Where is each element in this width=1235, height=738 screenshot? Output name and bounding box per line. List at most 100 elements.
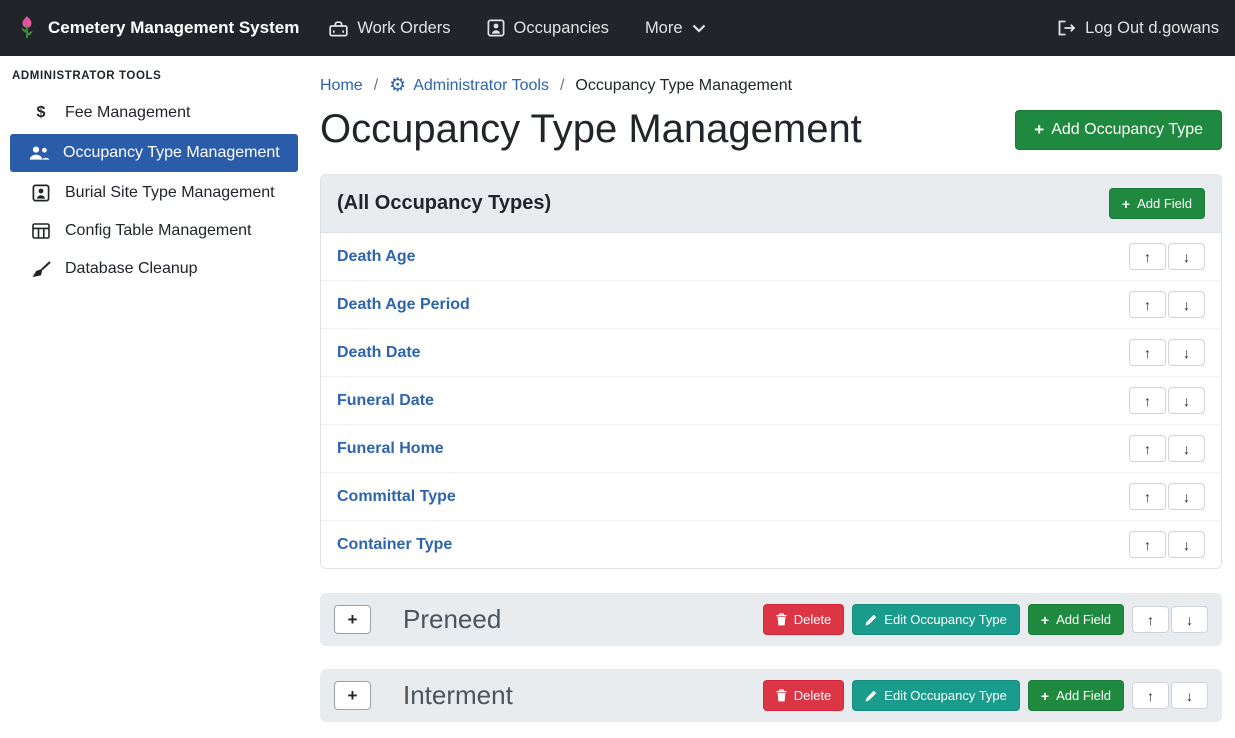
move-down-button[interactable]: ↓	[1168, 435, 1205, 462]
sidebar-item-label: Config Table Management	[65, 222, 252, 240]
move-up-button[interactable]: ↑	[1129, 387, 1166, 414]
sidebar-item-database-cleanup[interactable]: Database Cleanup	[0, 250, 308, 288]
logout-button[interactable]: Log Out d.gowans	[1057, 19, 1219, 38]
trash-icon	[776, 613, 787, 626]
down-arrow-icon: ↓	[1186, 612, 1193, 628]
reorder-controls: ↑ ↓	[1132, 682, 1208, 709]
page-title: Occupancy Type Management	[320, 107, 862, 152]
expand-button[interactable]: +	[334, 605, 371, 634]
move-up-button[interactable]: ↑	[1129, 291, 1166, 318]
move-up-button[interactable]: ↑	[1129, 243, 1166, 270]
move-up-button[interactable]: ↑	[1129, 339, 1166, 366]
delete-button[interactable]: Delete	[763, 680, 845, 711]
field-link[interactable]: Death Age	[337, 248, 416, 266]
field-link[interactable]: Death Date	[337, 344, 421, 362]
move-down-button[interactable]: ↓	[1168, 243, 1205, 270]
move-down-button[interactable]: ↓	[1171, 606, 1208, 633]
breadcrumb-current: Occupancy Type Management	[575, 77, 792, 95]
breadcrumb-admin-tools-link[interactable]: ⚙ Administrator Tools	[389, 76, 549, 95]
sidebar-item-fee-management[interactable]: $ Fee Management	[0, 94, 308, 132]
up-arrow-icon: ↑	[1144, 345, 1151, 361]
move-down-button[interactable]: ↓	[1171, 682, 1208, 709]
brand-title: Cemetery Management System	[48, 18, 299, 38]
delete-button[interactable]: Delete	[763, 604, 845, 635]
add-field-button[interactable]: + Add Field	[1028, 604, 1124, 635]
expand-button[interactable]: +	[334, 681, 371, 710]
plus-icon: +	[1122, 197, 1130, 211]
move-up-button[interactable]: ↑	[1132, 606, 1169, 633]
plus-icon: +	[348, 686, 358, 706]
nav-item-more[interactable]: More	[645, 19, 706, 38]
sidebar-item-burial-site-type-management[interactable]: Burial Site Type Management	[0, 174, 308, 212]
button-label: Add Field	[1056, 688, 1111, 703]
occupancy-type-section-interment: + Interment Delete	[320, 669, 1222, 722]
nav-item-label: Work Orders	[357, 19, 450, 38]
down-arrow-icon: ↓	[1183, 489, 1190, 505]
move-up-button[interactable]: ↑	[1129, 483, 1166, 510]
nav-item-occupancies[interactable]: Occupancies	[487, 19, 609, 38]
down-arrow-icon: ↓	[1183, 345, 1190, 361]
move-down-button[interactable]: ↓	[1168, 531, 1205, 558]
move-down-button[interactable]: ↓	[1168, 387, 1205, 414]
down-arrow-icon: ↓	[1183, 441, 1190, 457]
down-arrow-icon: ↓	[1183, 537, 1190, 553]
move-up-button[interactable]: ↑	[1132, 682, 1169, 709]
section-actions: Delete Edit Occupancy Type + Add Field ↑	[763, 680, 1208, 711]
button-label: Delete	[794, 612, 832, 627]
logout-label: Log Out d.gowans	[1085, 19, 1219, 38]
move-up-button[interactable]: ↑	[1129, 435, 1166, 462]
nav-item-work-orders[interactable]: Work Orders	[329, 19, 450, 38]
down-arrow-icon: ↓	[1183, 393, 1190, 409]
field-row: Committal Type ↑ ↓	[321, 473, 1221, 521]
move-down-button[interactable]: ↓	[1168, 483, 1205, 510]
button-label: Edit Occupancy Type	[884, 612, 1007, 627]
reorder-controls: ↑ ↓	[1129, 483, 1205, 510]
sidebar-item-label: Database Cleanup	[65, 260, 198, 278]
reorder-controls: ↑ ↓	[1129, 387, 1205, 414]
main-content: Home / ⚙ Administrator Tools / Occupancy…	[308, 56, 1235, 738]
plus-icon: +	[348, 610, 358, 630]
breadcrumb: Home / ⚙ Administrator Tools / Occupancy…	[320, 72, 1222, 97]
field-row: Death Age ↑ ↓	[321, 233, 1221, 281]
field-link[interactable]: Container Type	[337, 536, 452, 554]
card-header: (All Occupancy Types) + Add Field	[321, 175, 1221, 233]
sidebar-item-label: Occupancy Type Management	[63, 144, 280, 162]
reorder-controls: ↑ ↓	[1129, 243, 1205, 270]
breadcrumb-label: Administrator Tools	[413, 77, 549, 95]
sidebar-item-occupancy-type-management[interactable]: Occupancy Type Management	[10, 134, 298, 172]
field-link[interactable]: Committal Type	[337, 488, 456, 506]
pencil-icon	[865, 614, 877, 626]
button-label: Delete	[794, 688, 832, 703]
down-arrow-icon: ↓	[1183, 249, 1190, 265]
breadcrumb-separator: /	[560, 77, 564, 95]
brand[interactable]: Cemetery Management System	[16, 14, 299, 42]
breadcrumb-home-link[interactable]: Home	[320, 77, 363, 95]
move-down-button[interactable]: ↓	[1168, 339, 1205, 366]
button-label: Add Field	[1137, 196, 1192, 211]
add-field-button[interactable]: + Add Field	[1109, 188, 1205, 219]
table-icon	[30, 223, 52, 239]
up-arrow-icon: ↑	[1147, 612, 1154, 628]
add-field-button[interactable]: + Add Field	[1028, 680, 1124, 711]
field-link[interactable]: Funeral Home	[337, 440, 444, 458]
sidebar-heading: Administrator Tools	[0, 64, 308, 94]
field-link[interactable]: Death Age Period	[337, 296, 470, 314]
field-row: Death Date ↑ ↓	[321, 329, 1221, 377]
edit-occupancy-type-button[interactable]: Edit Occupancy Type	[852, 680, 1020, 711]
add-occupancy-type-button[interactable]: + Add Occupancy Type	[1015, 110, 1222, 150]
pencil-icon	[865, 690, 877, 702]
sidebar-item-config-table-management[interactable]: Config Table Management	[0, 212, 308, 250]
move-down-button[interactable]: ↓	[1168, 291, 1205, 318]
users-icon	[28, 145, 50, 161]
reorder-controls: ↑ ↓	[1132, 606, 1208, 633]
move-up-button[interactable]: ↑	[1129, 531, 1166, 558]
dollar-icon: $	[30, 104, 52, 122]
broom-icon	[30, 261, 52, 278]
breadcrumb-separator: /	[374, 77, 378, 95]
button-label: Add Occupancy Type	[1051, 121, 1203, 139]
up-arrow-icon: ↑	[1144, 489, 1151, 505]
down-arrow-icon: ↓	[1183, 297, 1190, 313]
nav-links: Work Orders Occupancies More	[329, 19, 705, 38]
field-link[interactable]: Funeral Date	[337, 392, 434, 410]
edit-occupancy-type-button[interactable]: Edit Occupancy Type	[852, 604, 1020, 635]
